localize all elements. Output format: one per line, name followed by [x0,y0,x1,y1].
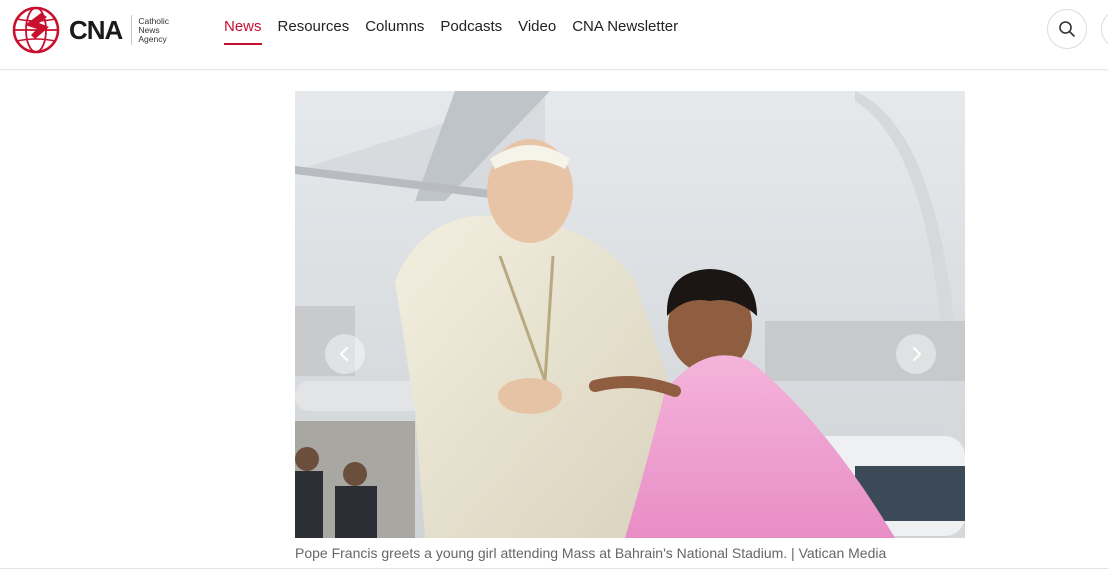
nav-item-podcasts[interactable]: Podcasts [440,18,502,45]
main-nav: News Resources Columns Podcasts Video CN… [224,18,678,45]
chevron-left-icon [340,347,348,361]
chevron-right-icon [913,347,921,361]
image-caption: Pope Francis greets a young girl attendi… [295,545,887,561]
menu-button[interactable] [1101,9,1108,49]
logo-divider [131,15,133,45]
search-icon [1059,21,1075,37]
site-header: CNA Catholic News Agency News Resources … [0,0,1108,70]
carousel-next-button[interactable] [896,334,936,374]
nav-item-resources[interactable]: Resources [278,18,350,45]
logo-wordmark: CNA [69,14,123,45]
logo-subtitle: Catholic News Agency [138,15,170,44]
article-hero-image [295,91,965,538]
photo-illustration [295,91,965,538]
globe-logo-icon [12,6,60,54]
nav-item-columns[interactable]: Columns [365,18,424,45]
nav-item-news[interactable]: News [224,18,262,45]
nav-item-video[interactable]: Video [518,18,556,45]
divider [0,568,1108,569]
nav-item-newsletter[interactable]: CNA Newsletter [572,18,678,45]
search-button[interactable] [1047,9,1087,49]
carousel-prev-button[interactable] [325,334,365,374]
cna-logo[interactable]: CNA Catholic News Agency [11,6,178,54]
